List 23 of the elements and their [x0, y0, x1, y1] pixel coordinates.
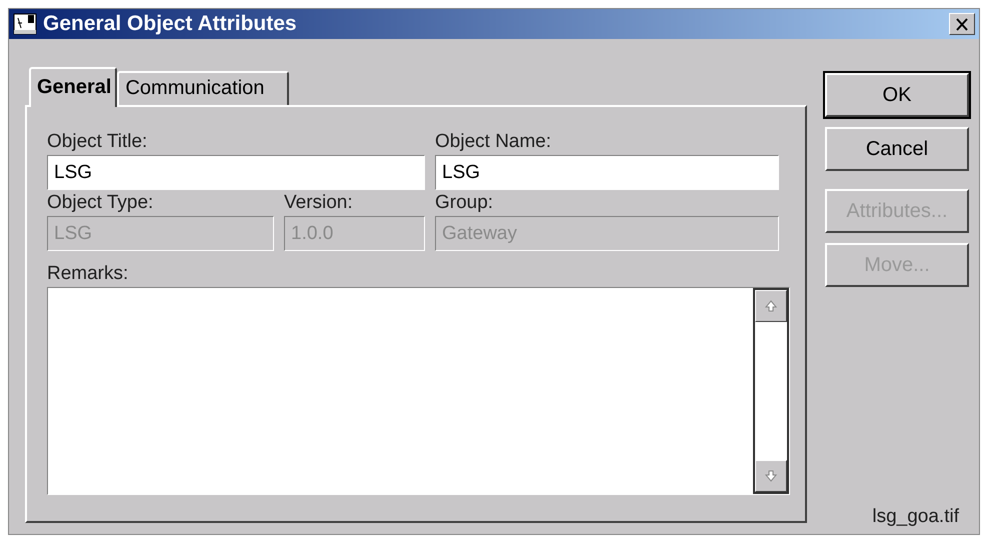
field-label: Remarks:	[47, 263, 130, 286]
field-label: Object Title:	[47, 131, 148, 154]
text-field[interactable]: LSG	[435, 155, 779, 190]
field-label: Object Name:	[435, 131, 552, 154]
file-caption: lsg_goa.tif	[872, 506, 959, 528]
tab[interactable]: Communication	[117, 71, 290, 105]
text-field[interactable]: LSG	[47, 155, 425, 190]
dialog-button[interactable]: Cancel	[825, 127, 969, 171]
scroll-down-button[interactable]	[755, 460, 787, 492]
field-label: Group:	[435, 192, 494, 215]
remarks-field[interactable]	[47, 287, 790, 495]
close-button[interactable]	[949, 13, 975, 35]
dialog-button[interactable]: OK	[825, 73, 969, 117]
down-arrow-icon	[764, 469, 778, 483]
scroll-up-button[interactable]	[755, 290, 787, 322]
field-label: Object Type:	[47, 192, 154, 215]
tab[interactable]: General	[29, 67, 118, 107]
scrollbar[interactable]	[755, 290, 787, 492]
close-icon	[955, 18, 969, 30]
window-title: General Object Attributes	[43, 12, 297, 36]
up-arrow-icon	[764, 299, 778, 313]
app-icon	[13, 13, 37, 35]
field-label: Version:	[284, 192, 354, 215]
